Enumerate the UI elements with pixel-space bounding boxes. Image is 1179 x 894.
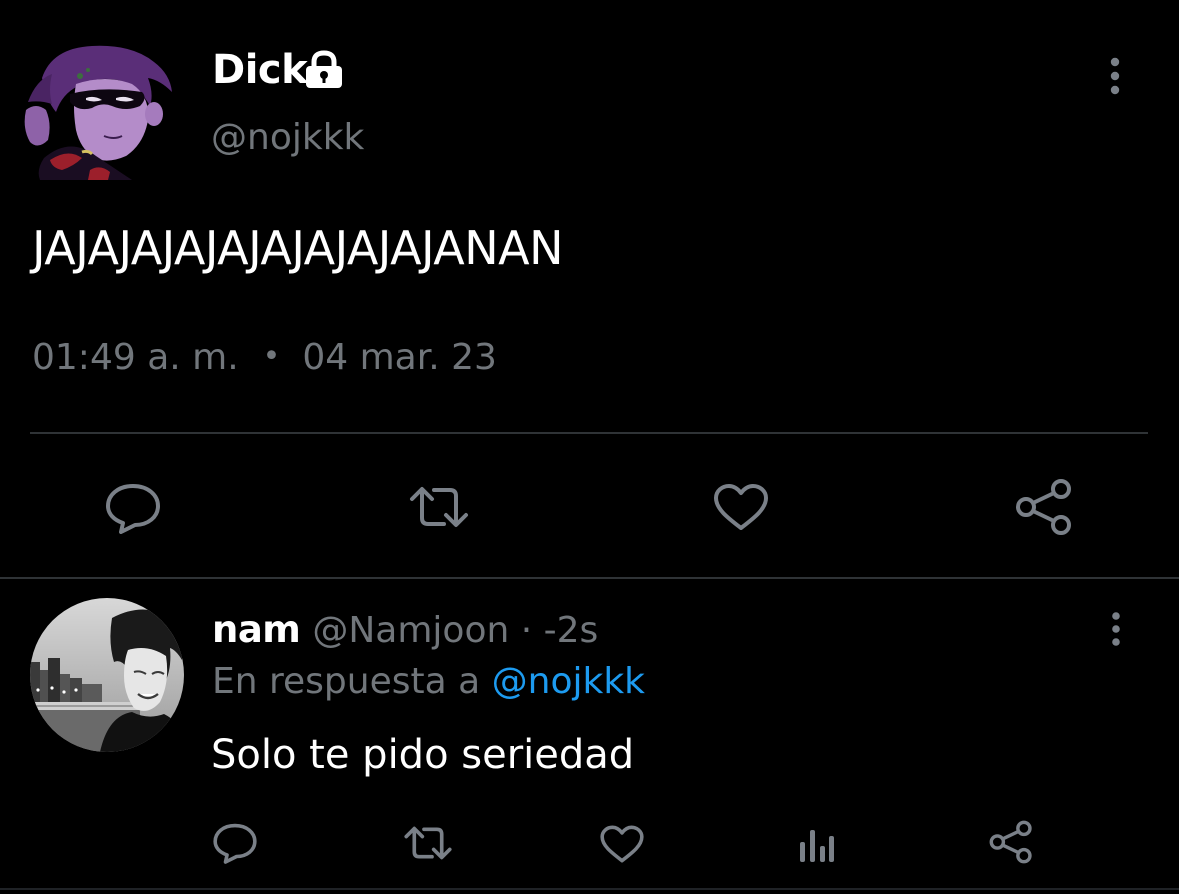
tweet-date: 04 mar. 23 xyxy=(302,337,497,378)
author-display-name[interactable]: Dick xyxy=(212,44,308,96)
like-button[interactable] xyxy=(712,482,770,536)
analytics-icon xyxy=(800,830,834,862)
replying-to: En respuesta a @nojkkk xyxy=(212,658,645,706)
meta-separator: • xyxy=(262,339,281,374)
replying-to-label: En respuesta a xyxy=(212,661,481,702)
reply-reply-button[interactable] xyxy=(212,822,258,868)
retweet-icon xyxy=(410,487,468,527)
like-icon xyxy=(714,484,768,530)
share-button[interactable] xyxy=(1014,478,1074,540)
reply-header: nam @Namjoon · -2s xyxy=(212,606,598,655)
reply-icon xyxy=(106,484,160,534)
reply-retweet-button[interactable] xyxy=(403,824,453,866)
replying-to-mention[interactable]: @nojkkk xyxy=(492,661,645,702)
reply-timestamp: · -2s xyxy=(520,610,599,651)
divider xyxy=(0,577,1179,579)
reply-more-options-button[interactable] xyxy=(1101,610,1131,650)
retweet-button[interactable] xyxy=(408,484,470,534)
grayscale-photo-avatar xyxy=(30,598,184,752)
author-handle[interactable]: @nojkkk xyxy=(211,114,364,162)
author-avatar[interactable] xyxy=(22,40,182,180)
share-icon xyxy=(989,820,1032,864)
robin-avatar-image xyxy=(24,45,172,180)
reply-author-handle[interactable]: @Namjoon xyxy=(312,610,509,651)
reply-analytics-button[interactable] xyxy=(798,824,836,868)
lock-icon xyxy=(302,50,346,90)
reply-button[interactable] xyxy=(104,482,162,538)
divider xyxy=(30,432,1148,434)
tweet-time: 01:49 a. m. xyxy=(32,337,239,378)
more-vertical-icon xyxy=(1110,57,1120,95)
reply-author-name[interactable]: nam xyxy=(212,608,301,651)
reply-author-avatar[interactable] xyxy=(30,598,184,752)
tweet-text: JAJAJAJAJAJAJAJAJAJANAN xyxy=(32,221,564,275)
like-icon xyxy=(600,825,644,863)
divider xyxy=(0,888,1179,890)
reply-share-button[interactable] xyxy=(988,820,1034,868)
retweet-icon xyxy=(404,826,452,860)
reply-like-button[interactable] xyxy=(599,824,645,868)
tweet-meta: 01:49 a. m. • 04 mar. 23 xyxy=(32,334,497,382)
share-icon xyxy=(1016,479,1071,535)
more-options-button[interactable] xyxy=(1100,54,1130,98)
reply-icon xyxy=(213,823,257,864)
more-vertical-icon xyxy=(1112,612,1120,646)
reply-text: Solo te pido seriedad xyxy=(211,732,635,778)
